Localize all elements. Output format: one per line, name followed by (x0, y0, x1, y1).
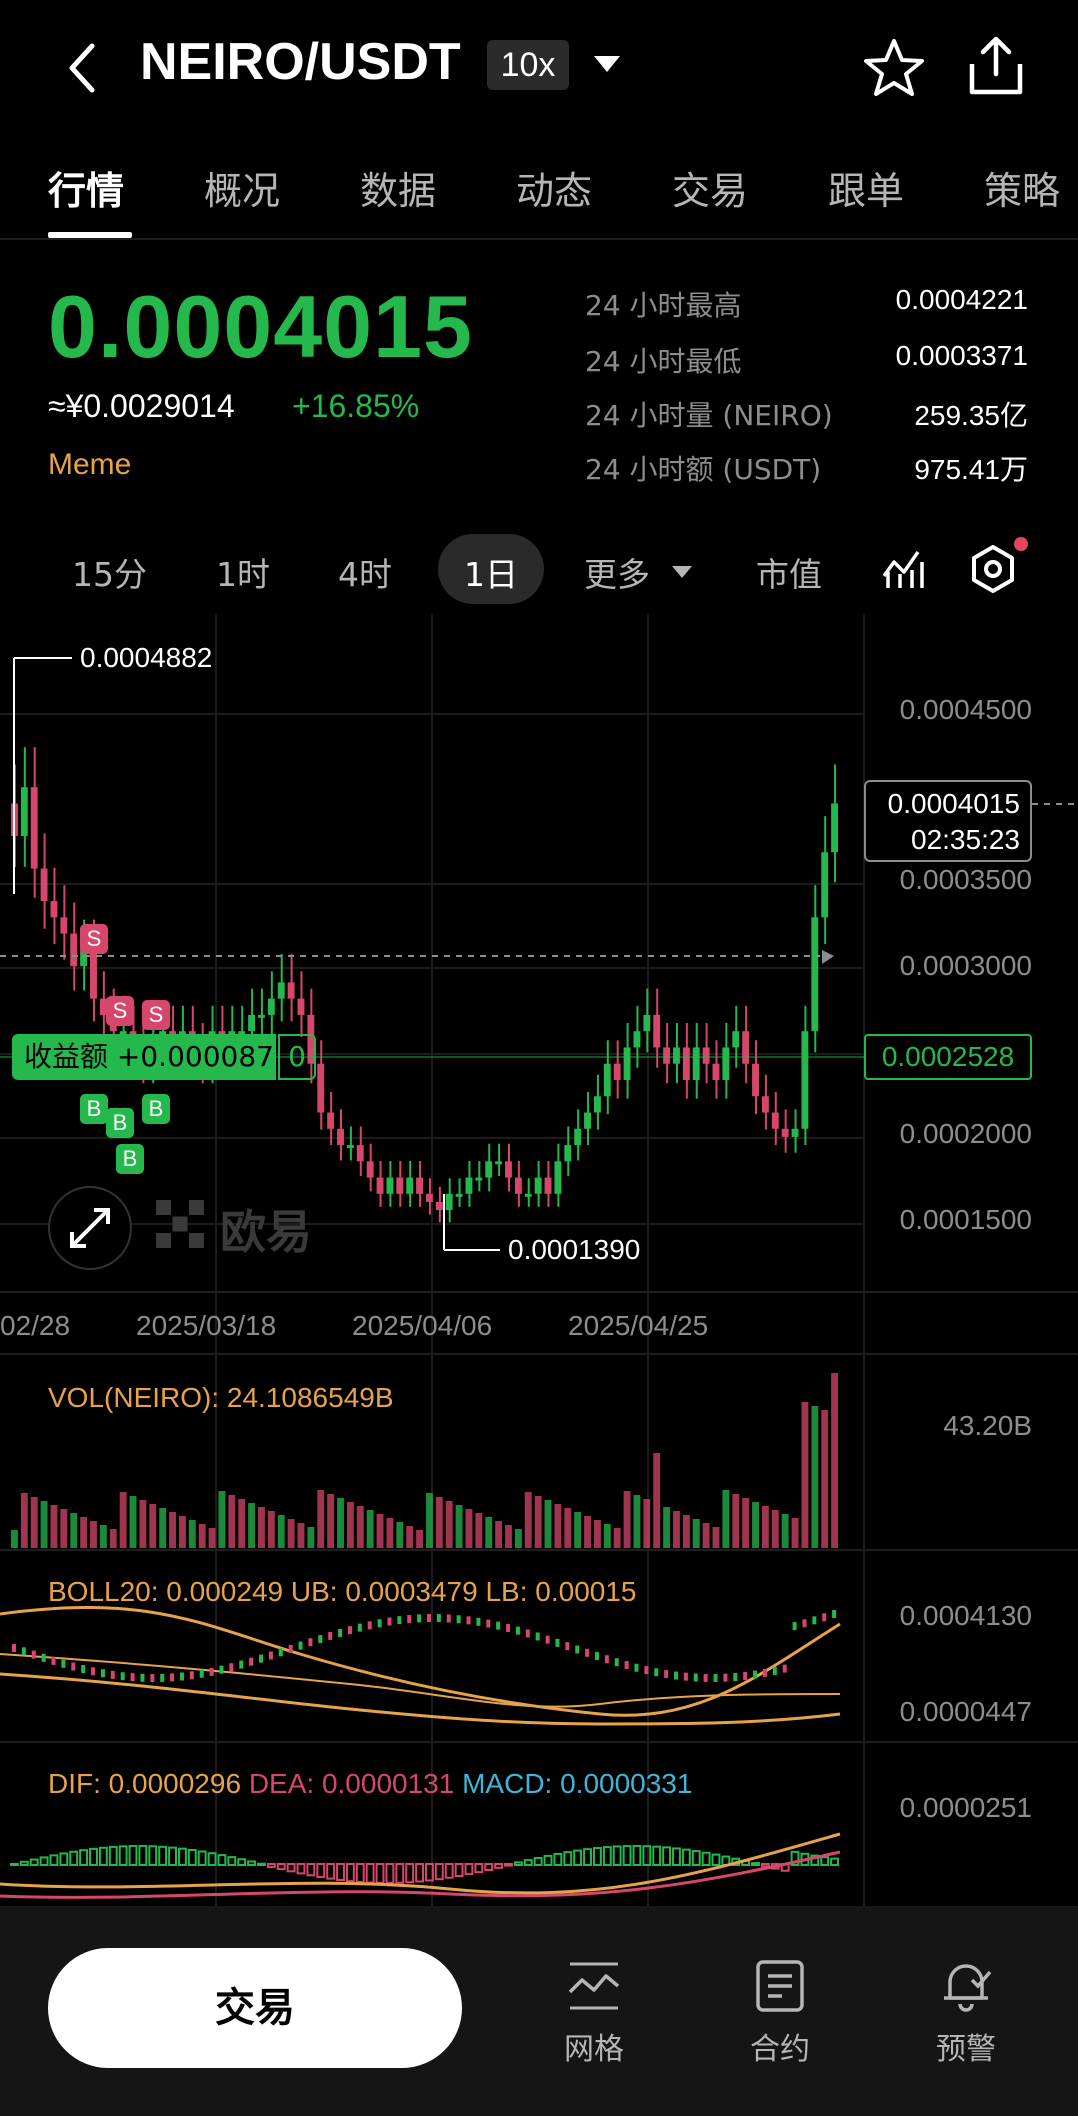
boll-ub: UB: 0.0003479 (290, 1576, 478, 1607)
y-label: 0.0003500 (899, 864, 1032, 895)
expand-icon (70, 1208, 110, 1248)
tab-overview[interactable]: 概况 (204, 160, 280, 215)
macd-dea: DEA: 0.0000131 (248, 1768, 455, 1799)
current-price-label: 0.0004015 (887, 788, 1020, 819)
buy-marker: B (142, 1094, 170, 1124)
price-change: +16.85% (292, 388, 420, 424)
alert-nav[interactable]: 预警 (906, 1958, 1026, 2068)
favorite-star-icon[interactable] (862, 36, 926, 100)
contract-label: 合约 (750, 2032, 810, 2067)
boll-mid: BOLL20: 0.000249 (48, 1576, 284, 1607)
header: NEIRO/USDT 10x (0, 0, 1078, 140)
pair-dropdown-icon[interactable] (594, 56, 620, 72)
buy-marker: B (116, 1144, 144, 1174)
pnl-label[interactable]: 收益额 +0.000087 (12, 1034, 276, 1080)
boll-label: BOLL20: 0.000249 UB: 0.0003479 LB: 0.000… (48, 1576, 637, 1608)
boll-upper-label: 0.0004130 (899, 1600, 1032, 1631)
last-price: 0.0004015 (48, 277, 473, 376)
share-icon[interactable] (966, 34, 1026, 98)
x-label: 02/28 (0, 1310, 71, 1341)
pnl-extra: 0 (278, 1034, 316, 1080)
interval-15m[interactable]: 15分 (72, 548, 147, 596)
bell-alert-icon (944, 1964, 992, 2012)
fullscreen-button[interactable] (48, 1186, 132, 1270)
tab-market[interactable]: 行情 (48, 160, 124, 215)
y-label: 0.0003000 (899, 950, 1032, 981)
tab-strategy[interactable]: 策略 (984, 160, 1060, 215)
boll-lb: LB: 0.00015 (485, 1576, 637, 1607)
stat-low-label: 24 小时最低 (585, 345, 742, 378)
sell-marker: S (142, 1000, 170, 1030)
stat-low-value: 0.0003371 (895, 340, 1028, 371)
grid-label: 网格 (564, 2032, 624, 2067)
tab-trade[interactable]: 交易 (672, 160, 748, 215)
stat-volume-label: 24 小时量 (NEIRO) (585, 399, 833, 432)
macd-label: DIF: 0.0000296 DEA: 0.0000131 MACD: 0.00… (48, 1768, 692, 1800)
tab-copytrade[interactable]: 跟单 (828, 160, 904, 215)
indicator-chart-icon[interactable] (882, 546, 926, 590)
stat-high-label: 24 小时最高 (585, 289, 742, 322)
candle-countdown: 02:35:23 (911, 824, 1020, 855)
stat-turnover-value: 975.41万 (914, 454, 1028, 485)
interval-marketcap[interactable]: 市值 (756, 548, 822, 596)
leverage-badge: 10x (487, 40, 569, 90)
sell-marker: S (80, 924, 108, 954)
macd-bars (0, 1832, 841, 1899)
macd-dif: DIF: 0.0000296 (48, 1768, 242, 1799)
x-label: 2025/04/06 (352, 1310, 493, 1341)
interval-1h[interactable]: 1时 (216, 548, 270, 596)
vol-label: VOL(NEIRO): 24.1086549B (48, 1382, 394, 1413)
buy-marker: B (106, 1108, 134, 1138)
x-label: 2025/04/25 (568, 1310, 709, 1341)
tab-data[interactable]: 数据 (360, 160, 436, 215)
stat-volume-value: 259.35亿 (914, 400, 1028, 431)
macd-value: MACD: 0.0000331 (462, 1768, 693, 1799)
position-entry-price: 0.0002528 (864, 1034, 1032, 1080)
buy-marker: B (80, 1094, 108, 1124)
high-marker: 0.0004882 (80, 642, 213, 673)
grid-nav[interactable]: 网格 (534, 1958, 654, 2068)
active-tab-indicator (48, 232, 132, 238)
grid-bot-icon (568, 1962, 620, 2010)
interval-4h[interactable]: 4时 (338, 548, 392, 596)
boll-bands (0, 1606, 841, 1726)
pair-title[interactable]: NEIRO/USDT (140, 32, 461, 92)
category-tag[interactable]: Meme (48, 448, 131, 482)
interval-1d[interactable]: 1日 (438, 548, 544, 596)
trade-button[interactable]: 交易 (48, 1948, 462, 2068)
x-label: 2025/03/18 (136, 1310, 277, 1341)
boll-lower-label: 0.0000447 (899, 1696, 1032, 1727)
okx-logo-icon (156, 1200, 204, 1252)
interval-more[interactable]: 更多 (584, 548, 650, 596)
stat-high-value: 0.0004221 (895, 284, 1028, 315)
stat-turnover-label: 24 小时额 (USDT) (585, 453, 822, 486)
contract-doc-icon (756, 1960, 804, 2012)
y-label: 0.0002000 (899, 1118, 1032, 1149)
macd-upper-label: 0.0000251 (899, 1792, 1032, 1823)
cny-price: ≈¥0.0029014 (48, 388, 235, 424)
low-marker: 0.0001390 (508, 1234, 641, 1265)
tab-news[interactable]: 动态 (516, 160, 592, 215)
chart-settings-icon[interactable] (970, 544, 1016, 594)
y-label: 0.0004500 (899, 694, 1032, 725)
main-tabs: 行情 概况 数据 动态 交易 跟单 策略 (0, 150, 1078, 240)
back-icon[interactable] (62, 40, 102, 96)
contract-nav[interactable]: 合约 (720, 1958, 840, 2068)
notification-dot (1014, 537, 1028, 551)
alert-label: 预警 (936, 2032, 996, 2067)
y-label: 0.0001500 (899, 1204, 1032, 1235)
watermark: 欧易 (220, 1205, 312, 1259)
sell-marker: S (106, 996, 134, 1026)
vol-max-label: 43.20B (943, 1410, 1032, 1441)
chevron-down-icon[interactable] (672, 566, 692, 578)
